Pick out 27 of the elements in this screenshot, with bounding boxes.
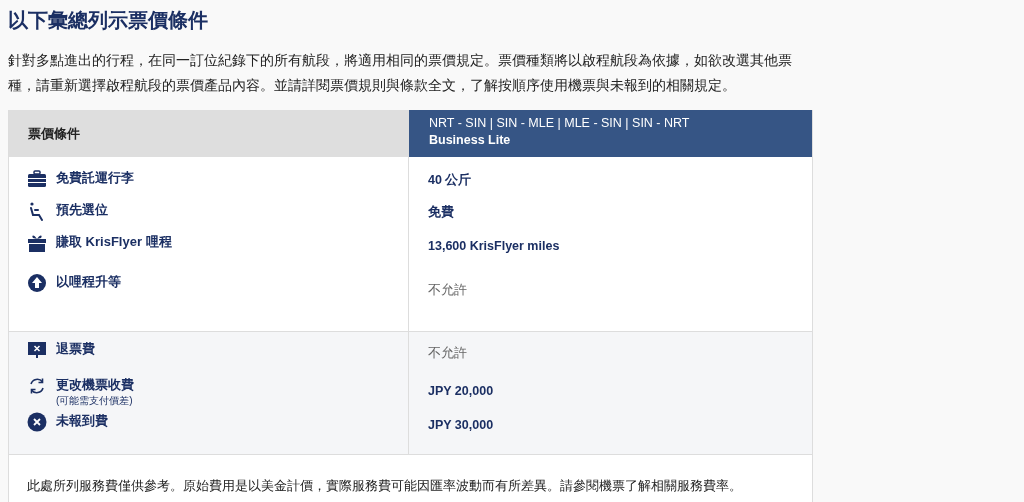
condition-value: 免費 [428, 204, 454, 221]
footnote: 此處所列服務費僅供參考。原始費用是以美金計價，實際服務費可能因匯率波動而有所差異。請參閱機票了解相關服務費率。 [27, 478, 742, 493]
condition-value: 不允許 [428, 282, 467, 299]
condition-value: JPY 20,000 [428, 383, 494, 400]
condition-label: 預先選位 [56, 201, 108, 219]
condition-label: 退票費 [56, 340, 95, 358]
arrow-up-circle-icon [27, 273, 47, 293]
monitor-x-icon [27, 340, 47, 360]
condition-label: 未報到費 [56, 412, 108, 430]
condition-label: 以哩程升等 [56, 273, 121, 291]
condition-note: (可能需支付價差) [56, 394, 134, 408]
condition-label: 賺取 KrisFlyer 哩程 [56, 233, 172, 251]
page-heading: 以下彙總列示票價條件 [8, 8, 209, 33]
condition-label: 免費託運行李 [56, 169, 134, 187]
condition-value: 40 公斤 [428, 172, 472, 189]
gift-icon [27, 233, 47, 253]
condition-label: 更改機票收費 [56, 376, 134, 394]
intro-paragraph: 針對多點進出的行程，在同一訂位紀錄下的所有航段，將適用相同的票價規定。票價種類將以啟程航段為依據，如欲改選其他票種，請重新選擇啟程航段的票價產品內容。並請詳閱票價規則與條款全文，了解按順序使用機票與未報到的相關規定。 [8, 51, 793, 95]
column-header: 票價條件 [9, 110, 409, 157]
suitcase-icon [27, 169, 47, 189]
condition-value: JPY 30,000 [428, 417, 494, 434]
condition-value: 不允許 [428, 345, 467, 362]
route-text: NRT - SIN | SIN - MLE | MLE - SIN | SIN - NRT [429, 116, 691, 130]
refresh-icon [27, 376, 47, 396]
condition-value: 13,600 KrisFlyer miles [428, 238, 560, 255]
fare-name: Business Lite [429, 133, 512, 147]
close-circle-icon [27, 412, 47, 432]
